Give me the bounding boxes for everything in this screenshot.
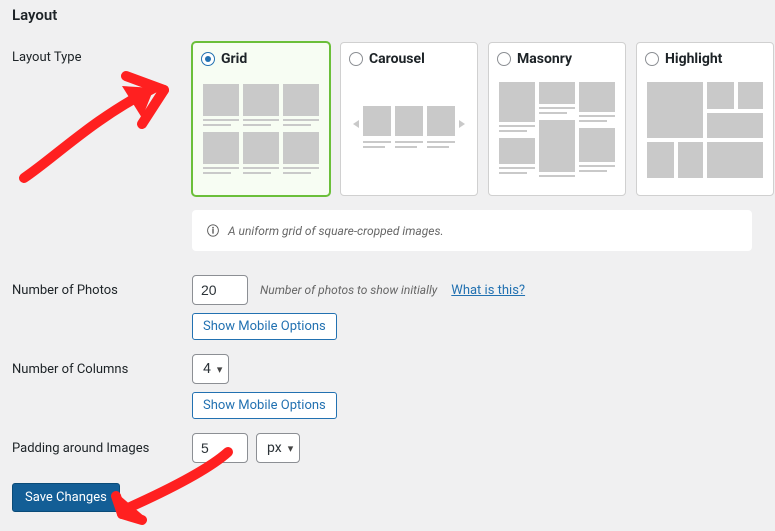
layout-option-thumb-masonry	[497, 75, 617, 185]
info-icon: ⓘ	[206, 222, 220, 239]
layout-option-label: Grid	[221, 51, 247, 67]
radio-icon	[645, 52, 659, 66]
num-columns-value: 4	[203, 361, 211, 377]
layout-option-thumb-carousel	[349, 75, 469, 185]
label-padding: Padding around Images	[12, 433, 192, 456]
padding-input[interactable]	[192, 433, 248, 463]
layout-option-thumb-grid	[201, 75, 321, 185]
num-photos-help-link[interactable]: What is this?	[451, 283, 525, 298]
num-photos-mobile-button[interactable]: Show Mobile Options	[192, 313, 337, 340]
layout-option-label: Highlight	[665, 51, 722, 67]
radio-icon	[497, 52, 511, 66]
row-num-photos: Number of Photos Number of photos to sho…	[12, 275, 763, 340]
layout-type-options: Grid	[192, 42, 774, 196]
layout-option-label: Masonry	[517, 51, 572, 67]
num-columns-mobile-button[interactable]: Show Mobile Options	[192, 392, 337, 419]
num-photos-desc: Number of photos to show initially	[260, 283, 437, 297]
row-layout-type: Layout Type Grid	[12, 42, 763, 196]
padding-unit-value: px	[267, 440, 282, 456]
num-columns-select[interactable]: 4 ▾	[192, 354, 229, 384]
layout-type-info: ⓘ A uniform grid of square-cropped image…	[192, 210, 752, 251]
padding-unit-select[interactable]: px ▾	[256, 433, 300, 463]
layout-type-info-text: A uniform grid of square-cropped images.	[228, 224, 444, 238]
section-title: Layout	[12, 6, 763, 24]
layout-option-thumb-highlight	[645, 75, 765, 185]
row-padding: Padding around Images px ▾	[12, 433, 763, 463]
save-button[interactable]: Save Changes	[12, 483, 120, 512]
chevron-down-icon: ▾	[217, 363, 223, 376]
radio-icon	[349, 52, 363, 66]
row-save: Save Changes	[12, 477, 763, 512]
row-num-columns: Number of Columns 4 ▾ Show Mobile Option…	[12, 354, 763, 419]
layout-option-label: Carousel	[369, 51, 425, 67]
layout-option-carousel[interactable]: Carousel	[340, 42, 478, 196]
label-num-photos: Number of Photos	[12, 275, 192, 298]
label-layout-type: Layout Type	[12, 42, 192, 65]
num-photos-input[interactable]	[192, 275, 248, 305]
label-num-columns: Number of Columns	[12, 354, 192, 377]
chevron-down-icon: ▾	[288, 442, 294, 455]
layout-option-highlight[interactable]: Highlight	[636, 42, 774, 196]
radio-icon	[201, 52, 215, 66]
layout-option-grid[interactable]: Grid	[192, 42, 330, 196]
layout-option-masonry[interactable]: Masonry	[488, 42, 626, 196]
